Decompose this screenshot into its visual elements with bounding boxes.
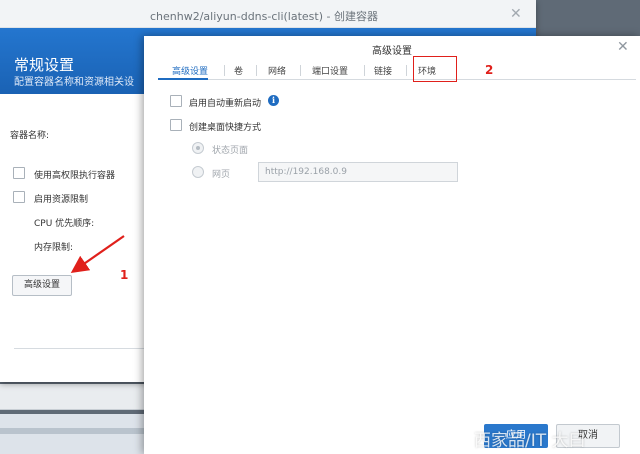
tab-network[interactable]: 网络	[268, 64, 286, 77]
webpage-url-input[interactable]	[258, 162, 458, 182]
tab-separator	[256, 65, 257, 76]
background-window-strip-lower	[0, 414, 150, 454]
status-page-label: 状态页面	[212, 146, 249, 156]
annotation-step-1: 1	[120, 268, 129, 282]
memory-limit-label: 内存限制:	[34, 243, 74, 253]
create-container-title: chenhw2/aliyun-ddns-cli(latest) - 创建容器	[150, 10, 378, 23]
tab-separator	[224, 65, 225, 76]
active-tab-indicator	[158, 78, 208, 80]
advanced-settings-dialog: 高级设置 ✕ 高级设置 卷 网络 端口设置 链接 环境 启用自动重新启动 i 创…	[144, 36, 640, 454]
create-container-titlebar: chenhw2/aliyun-ddns-cli(latest) - 创建容器 ✕	[0, 0, 536, 28]
advanced-settings-title: 高级设置	[372, 46, 412, 57]
tab-bar: 高级设置 卷 网络 端口设置 链接 环境	[158, 58, 636, 80]
close-icon[interactable]: ✕	[510, 6, 522, 22]
webpage-radio[interactable]	[192, 166, 204, 178]
webpage-label: 网页	[212, 170, 231, 180]
background-window-strip	[0, 384, 150, 410]
banner-title: 常规设置	[14, 56, 75, 74]
tab-port-settings[interactable]: 端口设置	[312, 64, 348, 77]
desktop-shortcut-checkbox[interactable]	[170, 119, 182, 131]
tab-volume[interactable]: 卷	[234, 64, 243, 77]
info-icon[interactable]: i	[268, 95, 279, 106]
advanced-settings-button[interactable]: 高级设置	[12, 275, 72, 296]
auto-restart-label: 启用自动重新启动	[189, 99, 262, 109]
environment-tab-highlight	[413, 56, 457, 82]
cpu-priority-label: CPU 优先顺序:	[34, 219, 95, 229]
tab-separator	[406, 65, 407, 76]
watermark-text: 西家品/IT 大曰	[474, 431, 586, 451]
tab-advanced-settings[interactable]: 高级设置	[172, 64, 208, 77]
resource-limit-checkbox[interactable]	[13, 191, 25, 203]
resource-limit-label: 启用资源限制	[34, 195, 89, 205]
tab-separator	[300, 65, 301, 76]
tab-separator	[364, 65, 365, 76]
desktop-shortcut-label: 创建桌面快捷方式	[189, 123, 262, 133]
banner-subtitle: 配置容器名称和资源相关设	[14, 77, 134, 88]
status-page-radio[interactable]	[192, 142, 204, 154]
privileged-label: 使用高权限执行容器	[34, 171, 116, 181]
container-name-label: 容器名称:	[10, 131, 50, 141]
auto-restart-checkbox[interactable]	[170, 95, 182, 107]
close-icon[interactable]: ✕	[617, 39, 629, 55]
divider	[14, 348, 144, 349]
annotation-step-2: 2	[485, 63, 494, 77]
privileged-checkbox[interactable]	[13, 167, 25, 179]
tab-links[interactable]: 链接	[374, 64, 392, 77]
